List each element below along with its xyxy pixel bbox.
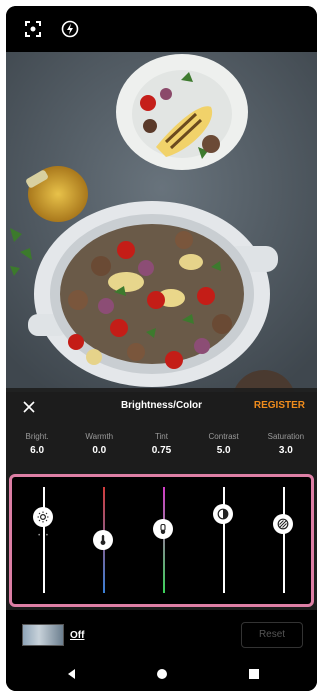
param-value: 0.0 xyxy=(92,445,107,456)
brightness-color-panel: Brightness/Color REGISTER Bright. 6.0 Wa… xyxy=(6,388,317,610)
panel-header: Brightness/Color REGISTER xyxy=(6,388,317,424)
param-value: 6.0 xyxy=(30,445,45,456)
style-thumbnail[interactable] xyxy=(22,624,64,646)
tint-slider-thumb[interactable] xyxy=(153,519,173,540)
thermometer-icon xyxy=(100,535,106,545)
param-label: Tint xyxy=(154,432,168,441)
param-value: 5.0 xyxy=(216,445,231,456)
param-contrast: Contrast 5.0 xyxy=(195,432,253,470)
contrast-slider-thumb[interactable] xyxy=(213,503,233,524)
home-icon[interactable] xyxy=(154,666,170,682)
param-value: 3.0 xyxy=(278,445,293,456)
slider-track[interactable] xyxy=(43,487,45,593)
warmth-slider[interactable] xyxy=(84,477,124,604)
tint-slider[interactable] xyxy=(144,477,184,604)
focus-icon[interactable] xyxy=(22,18,44,40)
tint-drop-icon xyxy=(160,524,166,535)
camera-preview[interactable] xyxy=(6,52,317,392)
param-label: Bright. xyxy=(25,432,49,441)
contrast-slider[interactable] xyxy=(204,477,244,604)
slider-tick-marks: • • xyxy=(38,533,50,539)
param-warmth: Warmth 0.0 xyxy=(70,432,128,470)
contrast-icon xyxy=(217,508,229,519)
brightness-slider[interactable]: • • xyxy=(24,477,64,604)
bottom-controls: Off Reset xyxy=(6,610,317,656)
saturation-slider[interactable] xyxy=(264,477,304,604)
reset-button[interactable]: Reset xyxy=(241,622,303,648)
phone-screen: Brightness/Color REGISTER Bright. 6.0 Wa… xyxy=(6,6,317,691)
slider-track[interactable] xyxy=(283,487,285,593)
param-tint: Tint 0.75 xyxy=(132,432,190,470)
register-button[interactable]: REGISTER xyxy=(254,400,305,411)
top-bar xyxy=(6,6,317,52)
slider-group: • • xyxy=(9,474,314,607)
saturation-slider-thumb[interactable] xyxy=(273,514,293,535)
param-label: Saturation xyxy=(267,432,305,441)
parameter-values: Bright. 6.0 Warmth 0.0 Tint 0.75 Contras… xyxy=(6,432,317,470)
slider-track[interactable] xyxy=(163,487,165,593)
flash-auto-icon[interactable] xyxy=(59,18,81,40)
param-value: 0.75 xyxy=(151,445,172,456)
param-label: Warmth xyxy=(85,432,114,441)
param-saturation: Saturation 3.0 xyxy=(257,432,315,470)
style-off-label[interactable]: Off xyxy=(70,630,84,641)
sun-icon xyxy=(37,511,49,523)
brightness-slider-thumb[interactable] xyxy=(33,506,53,527)
param-brightness: Bright. 6.0 xyxy=(8,432,66,470)
navigation-bar xyxy=(6,656,317,691)
recents-icon[interactable] xyxy=(246,666,262,682)
back-icon[interactable] xyxy=(64,666,80,682)
saturation-icon xyxy=(277,518,289,530)
warmth-slider-thumb[interactable] xyxy=(93,530,113,550)
param-label: Contrast xyxy=(208,432,239,441)
food-photo-image xyxy=(6,52,317,392)
slider-track[interactable] xyxy=(223,487,225,593)
